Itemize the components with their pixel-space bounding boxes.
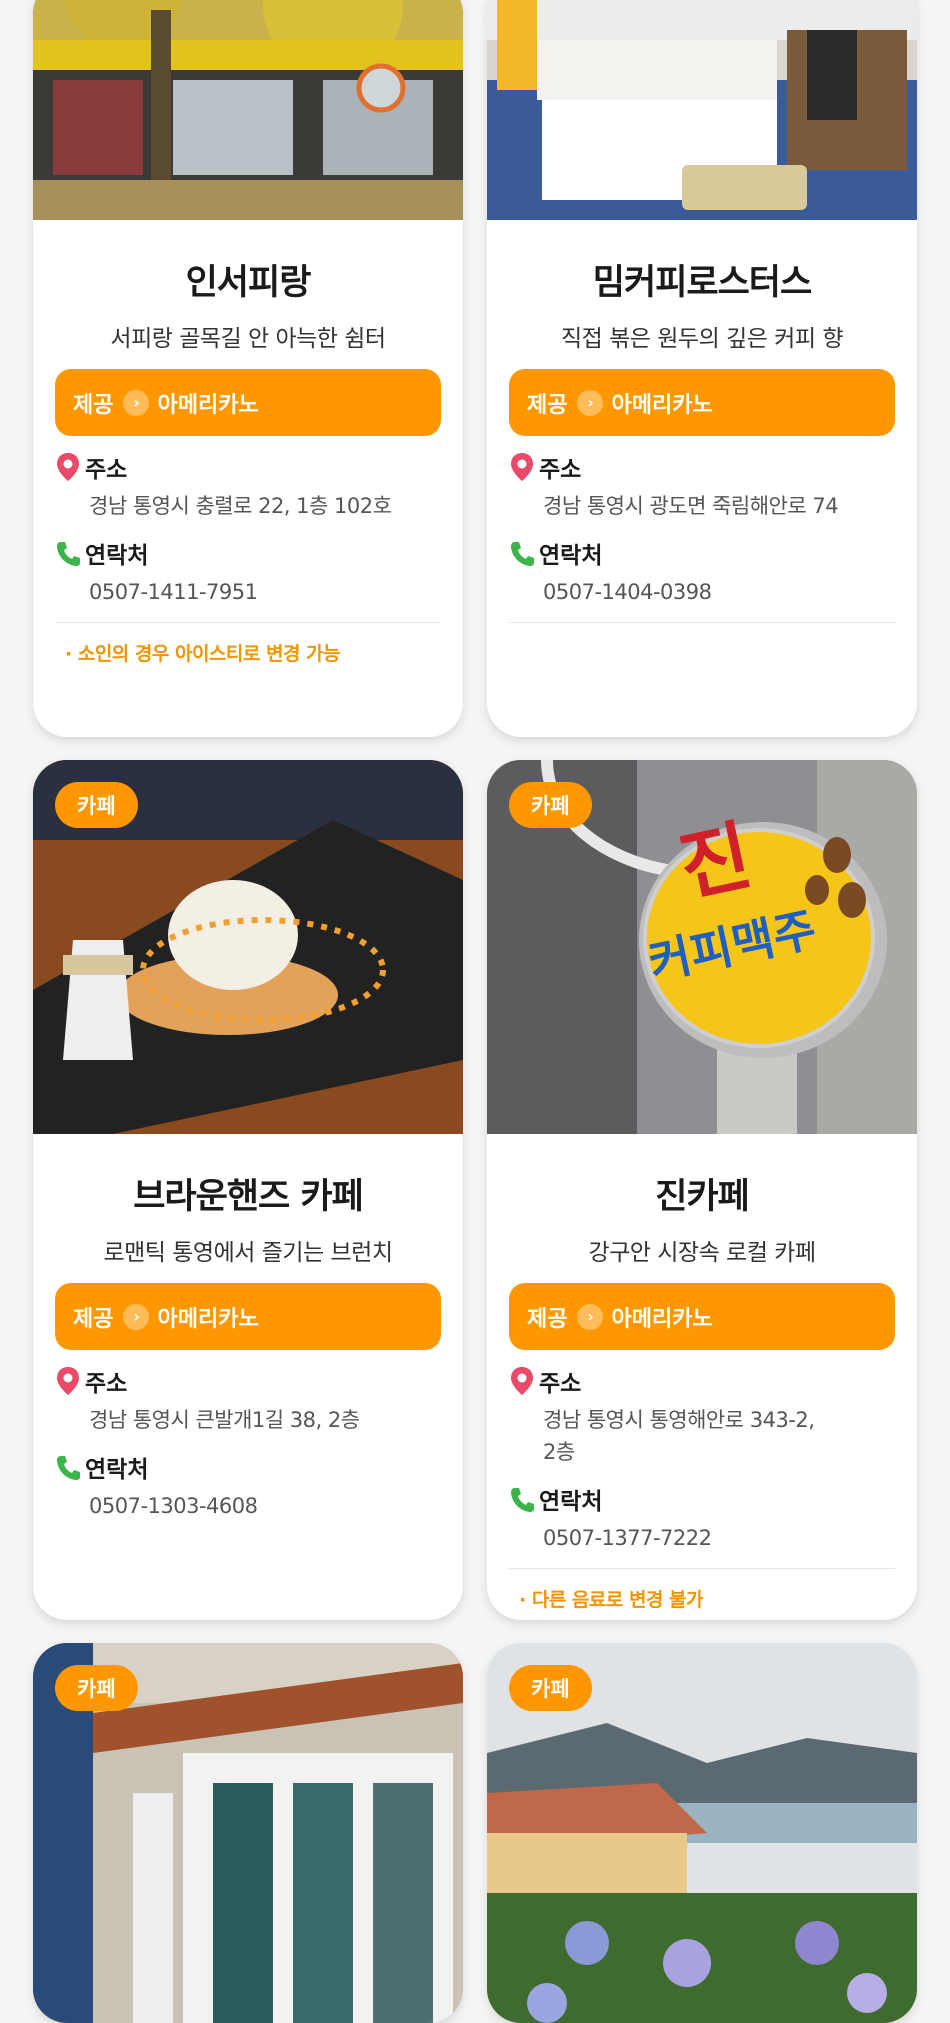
cafe-card-jincafe[interactable]: 진 커피맥주 카페 진카페 강구안 시장속 로컬 카페 제공 › 아메리카노 주… <box>487 760 917 1620</box>
address-value: 경남 통영시 큰발개1길 38, 2층 <box>89 1408 360 1432</box>
contact-row: 연락처 <box>509 536 917 570</box>
category-badge: 카페 <box>509 782 592 828</box>
cafe-description: 직접 볶은 원두의 깊은 커피 향 <box>561 326 843 352</box>
contact-row: 연락처 <box>55 1450 463 1484</box>
provide-label: 제공 <box>73 1306 114 1332</box>
contact-label: 연락처 <box>539 1489 603 1515</box>
phone-icon <box>511 1488 534 1512</box>
provide-bar: 제공 › 아메리카노 <box>55 1283 441 1350</box>
chevron-right-icon: › <box>123 1303 150 1330</box>
contact-row: 연락처 <box>509 1482 917 1516</box>
contact-label: 연락처 <box>539 543 603 569</box>
address-label: 주소 <box>85 1371 128 1397</box>
category-badge: 카페 <box>509 1665 592 1711</box>
cafe-card-6[interactable]: 카페 <box>487 1643 917 2023</box>
chevron-right-icon: › <box>123 389 150 416</box>
category-badge: 카페 <box>55 782 138 828</box>
location-pin-icon <box>511 453 533 481</box>
divider <box>509 622 895 623</box>
cafe-title: 브라운핸즈 카페 <box>133 1177 364 1217</box>
cafe-card-inseopirang[interactable]: 인서피랑 서피랑 골목길 안 아늑한 쉼터 제공 › 아메리카노 주소 경남 통… <box>33 0 463 737</box>
cafe-title: 인서피랑 <box>185 263 312 303</box>
address-row: 주소 <box>55 450 463 484</box>
cafe-card-5[interactable]: 카페 <box>33 1643 463 2023</box>
cafe-description: 강구안 시장속 로컬 카페 <box>588 1240 816 1266</box>
provide-item: 아메리카노 <box>157 392 259 418</box>
cafe-photo: 카페 <box>33 1643 463 2023</box>
contact-label: 연락처 <box>85 543 149 569</box>
contact-label: 연락처 <box>85 1457 149 1483</box>
address-value: 경남 통영시 통영해안로 343-2, 2층 <box>543 1408 815 1464</box>
provide-label: 제공 <box>527 1306 568 1332</box>
cafe-title: 밈커피로스터스 <box>592 263 812 303</box>
phone-icon <box>57 1456 80 1480</box>
address-value: 경남 통영시 광도면 죽림해안로 74 <box>543 494 839 518</box>
phone-icon <box>511 542 534 566</box>
category-badge: 카페 <box>55 1665 138 1711</box>
address-row: 주소 <box>55 1364 463 1398</box>
divider <box>55 622 441 623</box>
phone-value[interactable]: 0507-1411-7951 <box>89 576 389 608</box>
chevron-right-icon: › <box>577 1303 604 1330</box>
phone-icon <box>57 542 80 566</box>
contact-row: 연락처 <box>55 536 463 570</box>
cafe-card-mimcoffee[interactable]: 밈커피로스터스 직접 볶은 원두의 깊은 커피 향 제공 › 아메리카노 주소 … <box>487 0 917 737</box>
provide-item: 아메리카노 <box>611 1306 713 1332</box>
address-label: 주소 <box>85 457 128 483</box>
provide-item: 아메리카노 <box>157 1306 259 1332</box>
address-label: 주소 <box>539 457 582 483</box>
cafe-title: 진카페 <box>655 1177 750 1217</box>
phone-value[interactable]: 0507-1404-0398 <box>543 576 843 608</box>
cafe-description: 로맨틱 통영에서 즐기는 브런치 <box>103 1240 393 1266</box>
cafe-description: 서피랑 골목길 안 아늑한 쉼터 <box>110 326 386 352</box>
phone-value[interactable]: 0507-1303-4608 <box>89 1490 389 1522</box>
cafe-card-brownhands[interactable]: 카페 브라운핸즈 카페 로맨틱 통영에서 즐기는 브런치 제공 › 아메리카노 … <box>33 760 463 1620</box>
address-row: 주소 <box>509 450 917 484</box>
provide-bar: 제공 › 아메리카노 <box>509 369 895 436</box>
address-value: 경남 통영시 충렬로 22, 1층 102호 <box>89 494 392 518</box>
cafe-photo: 진 커피맥주 카페 <box>487 760 917 1134</box>
provide-bar: 제공 › 아메리카노 <box>55 369 441 436</box>
cafe-note: · 다른 음료로 변경 불가 <box>519 1589 704 1611</box>
address-label: 주소 <box>539 1371 582 1397</box>
chevron-right-icon: › <box>577 389 604 416</box>
cafe-photo: 카페 <box>487 1643 917 2023</box>
location-pin-icon <box>57 1367 79 1395</box>
cafe-photo: 카페 <box>33 760 463 1134</box>
location-pin-icon <box>57 453 79 481</box>
cafe-photo <box>33 0 463 220</box>
cafe-photo <box>487 0 917 220</box>
location-pin-icon <box>511 1367 533 1395</box>
provide-bar: 제공 › 아메리카노 <box>509 1283 895 1350</box>
address-row: 주소 <box>509 1364 917 1398</box>
provide-label: 제공 <box>73 392 114 418</box>
provide-item: 아메리카노 <box>611 392 713 418</box>
divider <box>509 1568 895 1569</box>
phone-value[interactable]: 0507-1377-7222 <box>543 1522 843 1554</box>
cafe-note: · 소인의 경우 아이스티로 변경 가능 <box>65 643 341 665</box>
provide-label: 제공 <box>527 392 568 418</box>
